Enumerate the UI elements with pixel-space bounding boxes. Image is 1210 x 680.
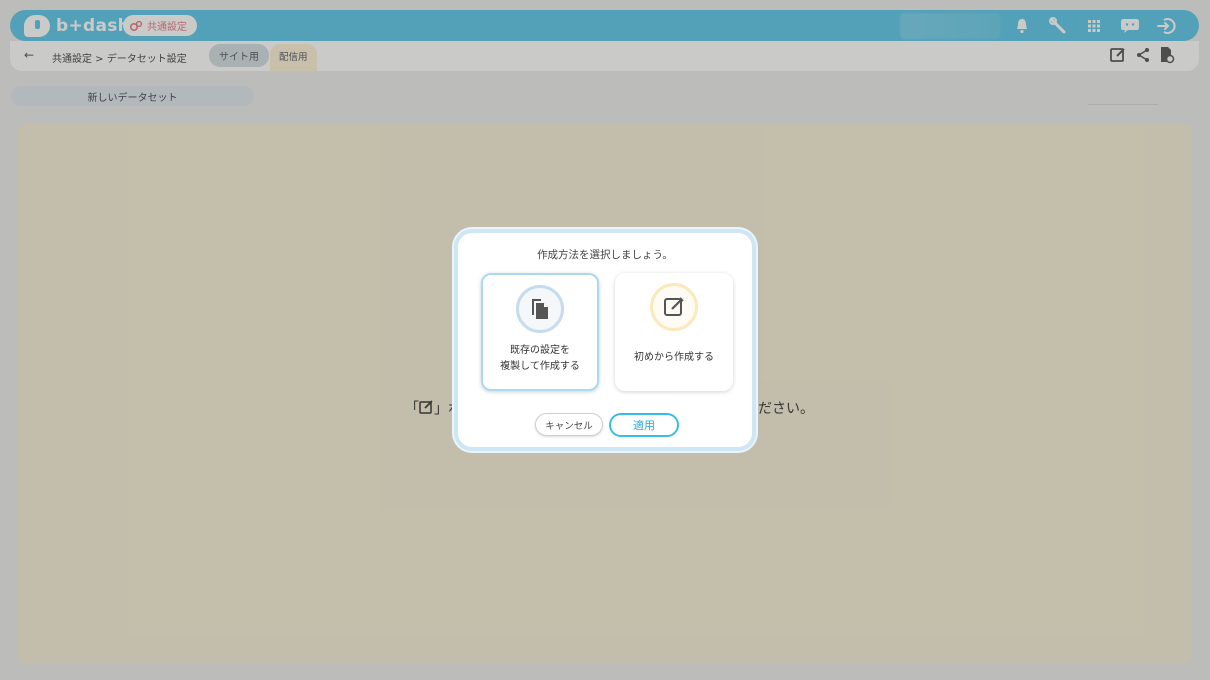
apply-button[interactable]: 適用 xyxy=(609,413,679,437)
option-copy-label: 既存の設定を 複製して作成する xyxy=(500,345,580,372)
option-create-new[interactable]: 初めから作成する xyxy=(615,273,733,391)
cancel-button[interactable]: キャンセル xyxy=(535,413,603,436)
dialog-title: 作成方法を選択しましょう。 xyxy=(537,249,673,261)
option-copy-existing[interactable]: 既存の設定を 複製して作成する xyxy=(481,273,599,391)
create-method-dialog: 作成方法を選択しましょう。 既存の設定を 複製して作成する 初めから作成する キ… xyxy=(454,229,756,451)
edit-icon xyxy=(650,283,698,331)
option-new-label: 初めから作成する xyxy=(634,352,714,363)
copy-file-icon xyxy=(516,285,564,333)
